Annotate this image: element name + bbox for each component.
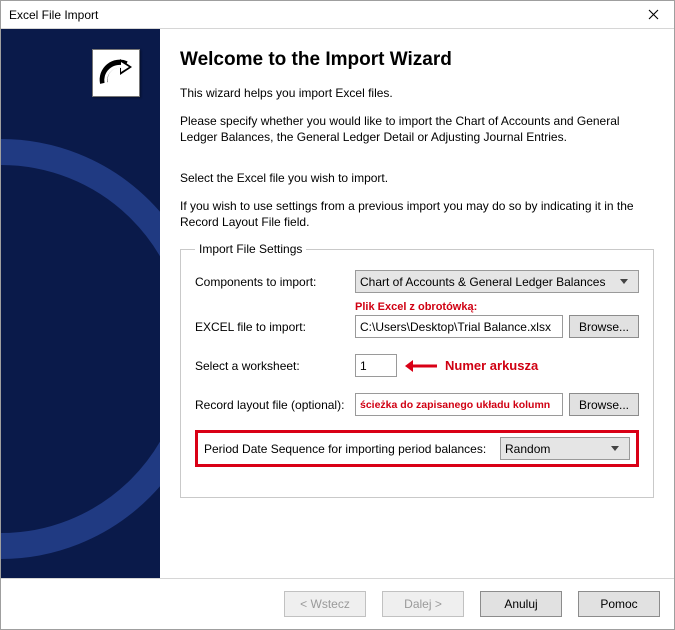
- worksheet-annotation: Numer arkusza: [445, 358, 538, 373]
- layout-label: Record layout file (optional):: [195, 398, 355, 412]
- wizard-footer: < Wstecz Dalej > Anuluj Pomoc: [1, 578, 674, 629]
- excel-annotation: Plik Excel z obrotówką:: [355, 301, 477, 313]
- browse-excel-button[interactable]: Browse...: [569, 315, 639, 338]
- cancel-button[interactable]: Anuluj: [480, 591, 562, 617]
- import-wizard-window: Excel File Import Welcome to the Import …: [0, 0, 675, 630]
- window-title: Excel File Import: [9, 8, 98, 22]
- intro-line-3: Select the Excel file you wish to import…: [180, 170, 654, 186]
- import-settings-group: Import File Settings Components to impor…: [180, 242, 654, 498]
- layout-file-input[interactable]: [355, 393, 563, 416]
- components-dropdown[interactable]: Chart of Accounts & General Ledger Balan…: [355, 270, 639, 293]
- intro-line-4: If you wish to use settings from a previ…: [180, 198, 654, 230]
- period-label: Period Date Sequence for importing perio…: [204, 442, 500, 456]
- worksheet-input[interactable]: [355, 354, 397, 377]
- worksheet-annotation-group: Numer arkusza: [397, 358, 538, 373]
- next-button[interactable]: Dalej >: [382, 591, 464, 617]
- layout-row: Record layout file (optional): Browse...: [195, 393, 639, 416]
- titlebar: Excel File Import: [1, 1, 674, 29]
- period-sequence-highlight: Period Date Sequence for importing perio…: [195, 430, 639, 467]
- decorative-arc: [1, 139, 160, 559]
- components-value: Chart of Accounts & General Ledger Balan…: [360, 275, 605, 289]
- settings-legend: Import File Settings: [195, 242, 306, 256]
- content: Welcome to the Import Wizard This wizard…: [1, 29, 674, 578]
- side-banner: [1, 29, 160, 578]
- help-button[interactable]: Pomoc: [578, 591, 660, 617]
- close-button[interactable]: [632, 1, 674, 29]
- period-value: Random: [505, 442, 550, 456]
- arrow-left-icon: [403, 359, 439, 373]
- import-arrow-icon: [92, 49, 140, 97]
- period-sequence-dropdown[interactable]: Random: [500, 437, 630, 460]
- intro-text: This wizard helps you import Excel files…: [180, 85, 654, 242]
- intro-line-1: This wizard helps you import Excel files…: [180, 85, 654, 101]
- back-button[interactable]: < Wstecz: [284, 591, 366, 617]
- worksheet-label: Select a worksheet:: [195, 359, 355, 373]
- page-title: Welcome to the Import Wizard: [180, 49, 654, 71]
- worksheet-row: Select a worksheet: Numer arkusza: [195, 354, 639, 377]
- excel-file-row: Plik Excel z obrotówką: EXCEL file to im…: [195, 315, 639, 338]
- main-panel: Welcome to the Import Wizard This wizard…: [160, 29, 674, 578]
- excel-file-input[interactable]: [355, 315, 563, 338]
- browse-layout-button[interactable]: Browse...: [569, 393, 639, 416]
- excel-file-label: EXCEL file to import:: [195, 320, 355, 334]
- intro-line-2: Please specify whether you would like to…: [180, 113, 654, 145]
- components-label: Components to import:: [195, 275, 355, 289]
- components-row: Components to import: Chart of Accounts …: [195, 270, 639, 293]
